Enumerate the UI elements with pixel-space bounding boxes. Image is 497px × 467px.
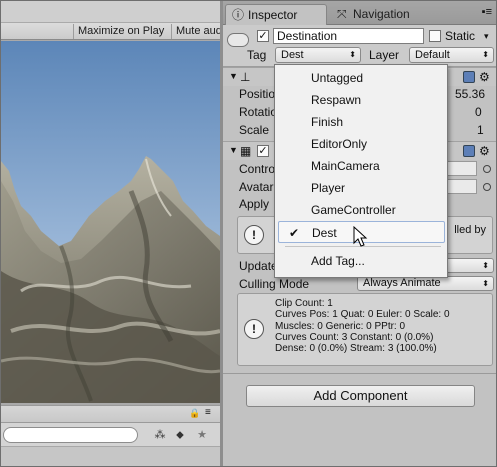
chevron-down-icon: ⬍ [349, 50, 356, 59]
gameobject-icon[interactable] [227, 33, 249, 47]
project-panel-toolbar: ⁂ ⬥ ★ [1, 423, 223, 447]
navigation-icon: ⤧ [337, 7, 347, 21]
stats-curves-count: Curves Count: 3 Constant: 0 (0.0%) [275, 331, 434, 343]
animator-enabled-checkbox[interactable]: ✓ [257, 145, 269, 157]
tag-label: Tag [247, 48, 267, 62]
favorites-star-icon[interactable]: ★ [194, 427, 210, 443]
position-label: Positio [239, 87, 276, 101]
menu-item-untagged[interactable]: Untagged [278, 67, 445, 89]
scale-label: Scale [239, 123, 270, 137]
menu-item-respawn[interactable]: Respawn [278, 89, 445, 111]
stats-clip-count: Clip Count: 1 [275, 298, 333, 309]
layer-label: Layer [369, 48, 400, 62]
checkmark-icon: ✔ [289, 226, 300, 240]
tab-inspector[interactable]: ⓘ Inspector [225, 4, 327, 25]
foldout-arrow-icon[interactable]: ▼ [229, 145, 238, 155]
apply-root-motion-label: Apply [239, 197, 270, 211]
update-mode-label: Update [239, 259, 278, 273]
filter-by-label-icon[interactable]: ⬥ [172, 427, 188, 443]
game-view-tab-strip [1, 1, 223, 23]
tag-dropdown[interactable]: Dest ⬍ [275, 47, 361, 63]
menu-item-dest-label: Dest [312, 226, 337, 240]
scale-value[interactable]: 1 [477, 123, 484, 137]
culling-mode-dropdown[interactable]: Always Animate ⬍ [357, 276, 494, 291]
tab-navigation-label: Navigation [353, 7, 410, 21]
mouse-cursor-icon [353, 226, 368, 247]
chevron-down-icon: ⬍ [482, 261, 489, 270]
terrain-render [1, 41, 220, 403]
rotation-value[interactable]: 0 [475, 105, 482, 119]
tag-dropdown-value: Dest [281, 49, 304, 61]
info-icon: ⓘ [232, 8, 245, 22]
aspect-dropdown[interactable] [1, 24, 73, 39]
tab-inspector-label: Inspector [248, 8, 298, 22]
gameobject-name-field[interactable]: Destination [273, 28, 424, 44]
project-search-input[interactable] [3, 427, 138, 443]
layer-dropdown-value: Default [415, 49, 450, 61]
game-view-toolbar: Maximize on Play Mute aud [1, 23, 223, 40]
panel-menu-icon[interactable]: ≡ [205, 407, 211, 418]
static-label: Static [445, 29, 476, 43]
stats-muscles: Muscles: 0 Generic: 0 PPtr: 0 [275, 320, 406, 332]
culling-mode-label: Culling Mode [239, 277, 310, 291]
static-checkbox[interactable] [429, 30, 441, 42]
tab-menu-icon[interactable]: ▪≡ [482, 6, 492, 18]
object-picker-icon[interactable] [483, 183, 491, 191]
help-book-icon[interactable] [463, 145, 475, 157]
static-dropdown-arrow-icon[interactable]: ▾ [484, 30, 494, 42]
transform-icon: ⊥ [240, 70, 251, 84]
lock-icon[interactable]: 🔒 [189, 408, 200, 419]
filter-by-type-icon[interactable]: ⁂ [152, 427, 168, 443]
chevron-down-icon: ⬍ [482, 279, 489, 288]
controller-label: Contro [239, 162, 276, 176]
inspector-tab-bar: ⓘ Inspector ⤧ Navigation ▪≡ [223, 1, 496, 25]
animator-info-text: lled by [454, 224, 486, 236]
add-component-button[interactable]: Add Component [246, 385, 475, 407]
chevron-down-icon: ⬍ [482, 50, 489, 59]
stats-curves-pos: Curves Pos: 1 Quat: 0 Euler: 0 Scale: 0 [275, 309, 450, 321]
project-panel-header: 🔒 ≡ [1, 406, 223, 423]
gameobject-header: ✓ Destination Static ▾ Tag Dest ⬍ Layer … [223, 25, 496, 67]
foldout-arrow-icon[interactable]: ▼ [229, 71, 238, 81]
avatar-label: Avatar [239, 180, 274, 194]
project-panel: 🔒 ≡ ⁂ ⬥ ★ [1, 405, 223, 466]
info-icon: ! [244, 319, 264, 339]
gear-icon[interactable]: ⚙ [479, 144, 490, 158]
gameobject-active-checkbox[interactable]: ✓ [257, 30, 269, 42]
tab-navigation[interactable]: ⤧ Navigation [331, 4, 441, 25]
stats-dense: Dense: 0 (0.0%) Stream: 3 (100.0%) [275, 343, 437, 355]
layer-dropdown[interactable]: Default ⬍ [409, 47, 494, 63]
culling-mode-value: Always Animate [363, 277, 441, 289]
menu-item-gamecontroller[interactable]: GameController [278, 199, 445, 221]
position-value[interactable]: 55.36 [455, 87, 485, 101]
maximize-on-play-toggle[interactable]: Maximize on Play [73, 24, 171, 39]
animator-stats: Clip Count: 1 Curves Pos: 1 Quat: 0 Eule… [275, 298, 450, 354]
animator-icon: ▦ [240, 144, 252, 158]
menu-item-finish[interactable]: Finish [278, 111, 445, 133]
mute-audio-toggle[interactable]: Mute aud [171, 24, 223, 39]
unity-editor-window: Maximize on Play Mute aud 🔒 ≡ ⁂ ⬥ ★ ⓘ In… [0, 0, 497, 467]
gear-icon[interactable]: ⚙ [479, 70, 490, 84]
rotation-label: Rotatio [239, 105, 278, 119]
menu-item-player[interactable]: Player [278, 177, 445, 199]
component-separator [223, 373, 496, 374]
help-book-icon[interactable] [463, 71, 475, 83]
info-icon: ! [244, 225, 264, 245]
game-viewport[interactable] [1, 41, 220, 403]
menu-item-add-tag[interactable]: Add Tag... [278, 250, 445, 272]
animator-stats-box: ! Clip Count: 1 Curves Pos: 1 Quat: 0 Eu… [237, 293, 493, 366]
object-picker-icon[interactable] [483, 165, 491, 173]
menu-item-maincamera[interactable]: MainCamera [278, 155, 445, 177]
game-view-panel: Maximize on Play Mute aud 🔒 ≡ ⁂ ⬥ ★ [1, 1, 223, 466]
menu-item-editoronly[interactable]: EditorOnly [278, 133, 445, 155]
